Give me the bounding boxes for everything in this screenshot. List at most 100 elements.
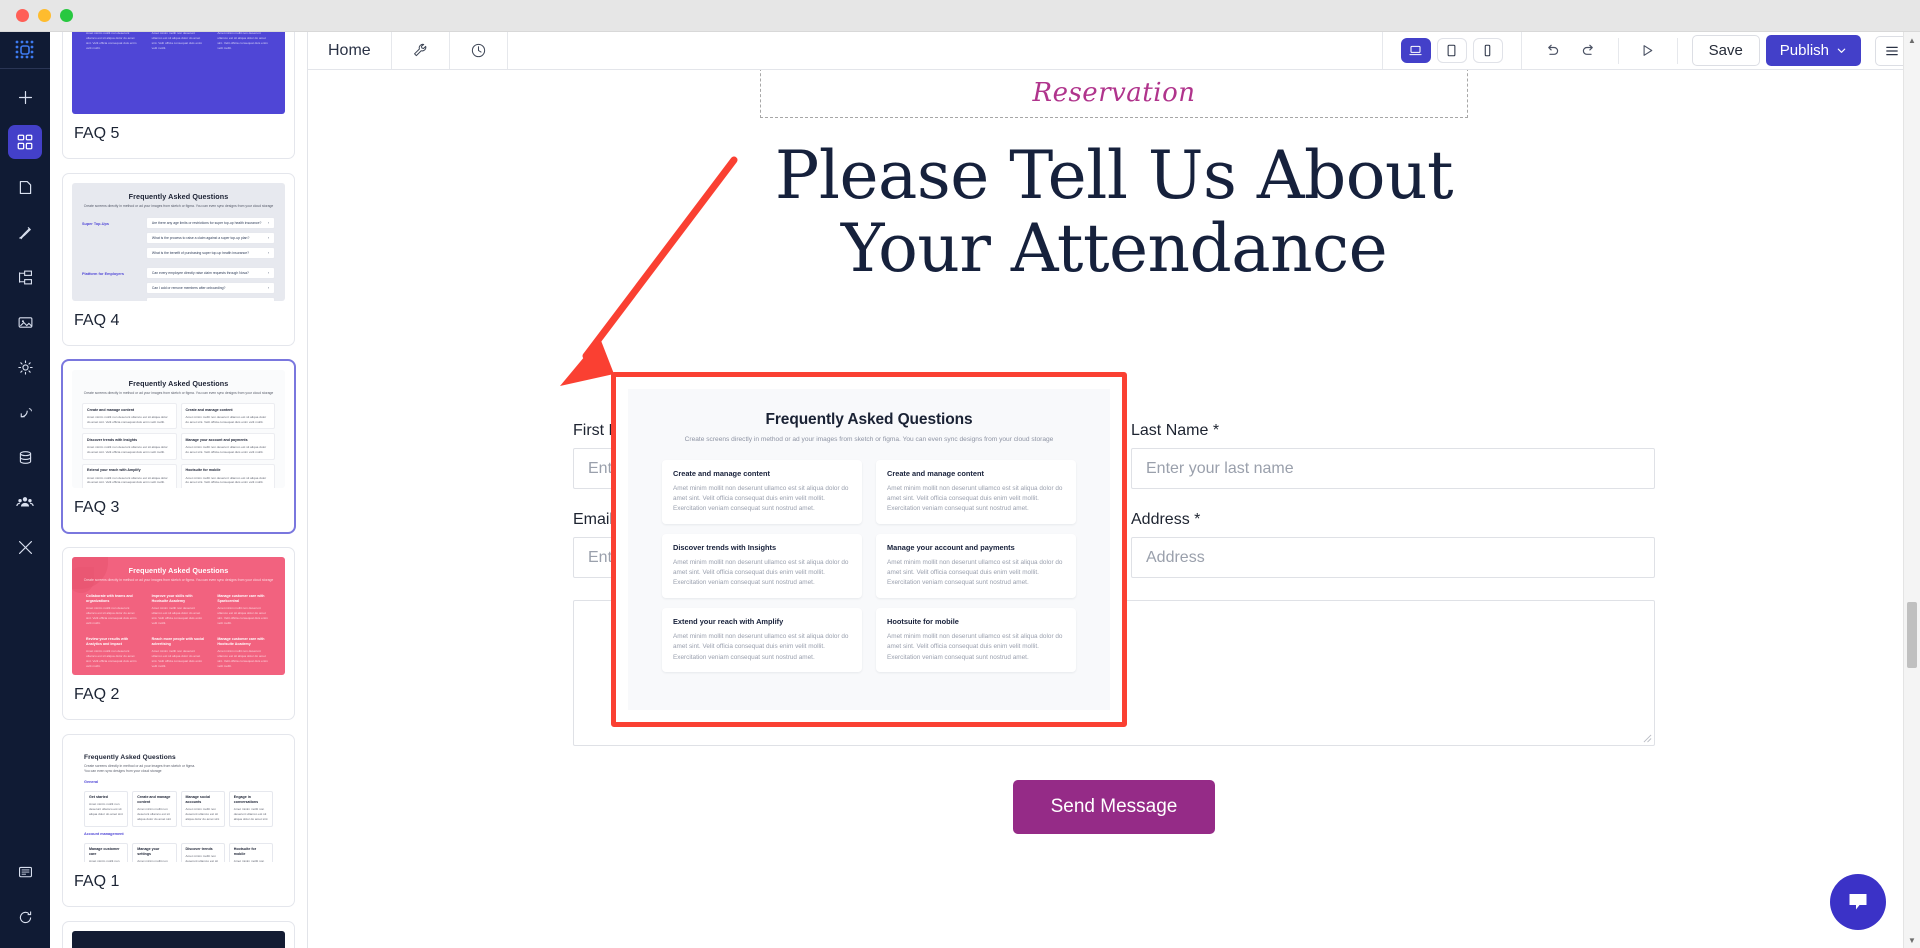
publish-button[interactable]: Publish <box>1765 35 1861 66</box>
thumbnail-label: FAQ 5 <box>74 125 120 142</box>
scrollbar-thumb[interactable] <box>1907 602 1917 668</box>
scroll-down-arrow[interactable]: ▼ <box>1904 932 1920 948</box>
faq-preview-card: Create and manage content Amet minim mol… <box>876 459 1076 524</box>
sidebar-item-integrations[interactable] <box>8 395 42 429</box>
device-desktop-button[interactable] <box>1400 38 1431 63</box>
mini-section-name: Account management <box>84 831 124 836</box>
sidebar-item-people[interactable] <box>8 485 42 519</box>
mini-card-body: Amet minim mollit non deserunt ullamco e… <box>233 807 268 822</box>
clock-icon <box>471 43 485 58</box>
mini-card-body: Amet minim mollit non deserunt ullamco e… <box>217 32 268 50</box>
scroll-up-arrow[interactable]: ▲ <box>1904 32 1920 48</box>
thumbnail-preview-image: Frequently Asked Questions Create screen… <box>72 370 285 488</box>
mini-title: Frequently Asked Questions <box>128 379 229 388</box>
mini-card-heading: Manage your account and payments <box>185 437 248 442</box>
thumbnail-preview-image: Amet minim mollit non deserunt ullamco e… <box>72 32 285 114</box>
mini-question: What is the process to raise a claim aga… <box>151 236 250 241</box>
thumbnail-faq-2[interactable]: Frequently Asked Questions Create screen… <box>62 547 295 720</box>
sidebar-item-database[interactable] <box>8 440 42 474</box>
sidebar-item-design[interactable] <box>8 215 42 249</box>
mini-card-body: Amet minim mollit non deserunt ullamco e… <box>137 807 171 822</box>
faq-card-heading: Discover trends with Insights <box>673 542 777 552</box>
field-label: Address * <box>1131 511 1201 528</box>
faq-section-preview-overlay[interactable]: Frequently Asked Questions Create screen… <box>611 372 1127 727</box>
device-preview-switcher <box>1383 32 1522 69</box>
faq-preview-panel: Frequently Asked Questions Create screen… <box>628 389 1110 710</box>
toolbar-spacer <box>508 32 1383 69</box>
save-button[interactable]: Save <box>1691 35 1760 66</box>
thumbnail-faq-4[interactable]: Frequently Asked Questions Create screen… <box>62 173 295 346</box>
sidebar-item-structure[interactable] <box>8 260 42 294</box>
thumbnail-preview-image: Frequently Asked Questions Create screen… <box>72 183 285 301</box>
tab-home[interactable]: Home <box>308 32 392 69</box>
grid-squares-icon <box>17 134 33 150</box>
mini-question: What is the benefit of purchasing super … <box>151 251 249 256</box>
send-message-button[interactable]: Send Message <box>1012 780 1216 834</box>
mini-card-heading: Manage social accounts <box>185 795 211 804</box>
thumbnail-faq-5[interactable]: Amet minim mollit non deserunt ullamco e… <box>62 32 295 159</box>
mini-card-body: Amet minim mollit non deserunt ullamco e… <box>151 605 203 625</box>
device-tablet-button[interactable] <box>1436 38 1467 63</box>
faq-preview-card: Create and manage content Amet minim mol… <box>662 459 862 524</box>
mini-group-name: Super Top-Ups <box>82 222 109 227</box>
sidebar-item-add[interactable] <box>8 80 42 114</box>
toolbar-left-group: Home <box>308 32 508 69</box>
faq-preview-card: Extend your reach with Amplify Amet mini… <box>662 607 862 672</box>
chat-widget-button[interactable] <box>1830 874 1886 930</box>
device-mobile-button[interactable] <box>1472 38 1503 63</box>
eyebrow-block[interactable]: Reservation <box>760 68 1468 118</box>
mini-card-heading: Reach more people with social advertisin… <box>151 636 205 646</box>
sidebar-item-tools[interactable] <box>8 530 42 564</box>
mini-card-body: Amet minim mollit non deserunt ullamco e… <box>137 859 168 862</box>
mini-subtitle: Create screens directly in method or ad … <box>83 204 274 208</box>
sidebar-item-history[interactable] <box>8 900 42 934</box>
page-icon <box>19 180 31 194</box>
thumbnail-preview-image: Frequently Asked Questions Create screen… <box>72 557 285 675</box>
app-shell: Amet minim mollit non deserunt ullamco e… <box>0 32 1920 948</box>
version-history-button[interactable] <box>450 32 508 69</box>
resize-grip-icon[interactable] <box>1643 734 1652 743</box>
page-title-line2: Your Attendance <box>840 209 1388 287</box>
faq-preview-card: Manage your account and payments Amet mi… <box>876 533 1076 598</box>
mini-card-heading: Create and manage content <box>185 407 233 412</box>
sidebar-item-help[interactable] <box>8 855 42 889</box>
grid-logo-icon <box>15 40 34 59</box>
redo-button[interactable] <box>1574 38 1604 64</box>
mini-card-heading: Get started <box>89 795 108 800</box>
faq-card-body: Amet minim mollit non deserunt ullamco e… <box>887 558 1063 587</box>
preview-button[interactable] <box>1633 38 1663 64</box>
page-title: Please Tell Us About Your Attendance <box>308 139 1920 287</box>
section-thumbnail-panel[interactable]: Amet minim mollit non deserunt ullamco e… <box>50 32 308 948</box>
minimize-window-button[interactable] <box>38 9 51 22</box>
faq-card-heading: Create and manage content <box>673 468 770 478</box>
sidebar-item-pages[interactable] <box>8 170 42 204</box>
thumbnail-faq-1[interactable]: Frequently Asked Questions Create screen… <box>62 734 295 907</box>
publish-label: Publish <box>1779 42 1829 59</box>
mini-card-body: Amet minim mollit non deserunt ullamco e… <box>185 854 219 862</box>
image-icon <box>18 316 32 328</box>
sidebar-item-settings[interactable] <box>8 350 42 384</box>
mini-card-heading: Discover trends <box>185 847 213 852</box>
thumbnail-next-section[interactable] <box>62 921 295 948</box>
sitemap-icon <box>18 270 32 284</box>
close-window-button[interactable] <box>16 9 29 22</box>
mini-title: Frequently Asked Questions <box>128 566 229 575</box>
last-name-input[interactable]: Enter your last name <box>1131 448 1655 489</box>
app-logo[interactable] <box>0 32 50 69</box>
settings-wrench-button[interactable] <box>392 32 450 69</box>
maximize-window-button[interactable] <box>60 9 73 22</box>
canvas-scrollbar[interactable]: ▲ ▼ <box>1903 32 1920 948</box>
gear-icon <box>17 359 33 375</box>
mini-card-body: Amet minim mollit non deserunt ullamco e… <box>87 445 168 455</box>
undo-button[interactable] <box>1538 38 1568 64</box>
thumbnail-faq-3[interactable]: Frequently Asked Questions Create screen… <box>62 360 295 533</box>
mini-card-heading: Hootsuite for mobile <box>233 847 257 856</box>
play-icon <box>1643 45 1653 56</box>
users-icon <box>16 497 34 507</box>
sidebar-item-media[interactable] <box>8 305 42 339</box>
mini-card-body: Amet minim mollit non deserunt ullamco e… <box>185 807 220 822</box>
faq-card-heading: Extend your reach with Amplify <box>673 616 784 626</box>
address-input[interactable]: Address <box>1131 537 1655 578</box>
sidebar-item-sections[interactable] <box>8 125 42 159</box>
plus-icon <box>18 90 32 104</box>
